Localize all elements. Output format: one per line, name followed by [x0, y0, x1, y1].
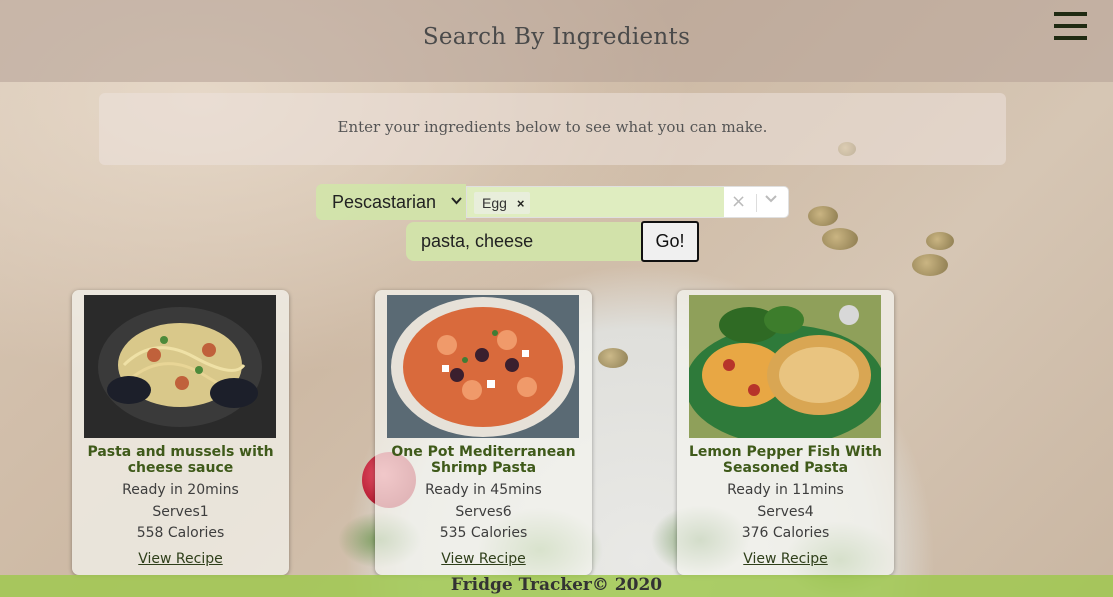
seed-decoration — [598, 348, 628, 368]
view-recipe-link[interactable]: View Recipe — [375, 551, 592, 567]
go-button[interactable]: Go! — [641, 221, 699, 262]
recipe-calories: 376 Calories — [741, 525, 830, 541]
recipe-servings: Serves1 — [152, 504, 209, 520]
recipe-card: Lemon Pepper Fish With Seasoned Pasta Re… — [677, 290, 894, 575]
divider — [756, 194, 757, 212]
ingredient-multiselect-field[interactable]: Egg × — [467, 187, 724, 217]
recipe-title: Pasta and mussels with cheese sauce — [87, 444, 274, 476]
footer-copyright: Fridge Tracker© 2020 — [450, 575, 663, 595]
recipe-servings: Serves6 — [455, 504, 512, 520]
recipe-ready-time: Ready in 45mins — [425, 482, 542, 498]
recipe-photo-lemon-pepper-fish — [689, 295, 881, 438]
hamburger-menu-icon[interactable] — [1054, 12, 1087, 42]
diet-select-value: Pescastarian — [332, 192, 437, 212]
ingredient-multiselect[interactable]: Egg × × — [466, 186, 789, 218]
dropdown-chevron-icon[interactable] — [764, 192, 778, 208]
ingredient-chip-label: Egg — [482, 195, 507, 211]
recipe-title: Lemon Pepper Fish With Seasoned Pasta — [689, 444, 882, 476]
recipe-photo-shrimp-pasta — [387, 295, 579, 438]
chevron-down-icon — [451, 193, 462, 208]
clear-icon[interactable]: × — [731, 191, 746, 212]
recipe-title: One Pot Mediterranean Shrimp Pasta — [391, 444, 576, 476]
seed-decoration — [808, 206, 838, 226]
diet-select[interactable]: Pescastarian — [316, 184, 466, 220]
recipe-ready-time: Ready in 11mins — [727, 482, 844, 498]
recipe-card: Pasta and mussels with cheese sauce Read… — [72, 290, 289, 575]
recipe-servings: Serves4 — [757, 504, 814, 520]
seed-decoration — [822, 228, 858, 250]
view-recipe-link[interactable]: View Recipe — [72, 551, 289, 567]
recipe-calories: 535 Calories — [439, 525, 528, 541]
ingredient-text-input[interactable]: pasta, cheese — [406, 222, 641, 261]
footer-bar: Fridge Tracker© 2020 — [0, 575, 1113, 597]
ingredient-chip: Egg × — [474, 192, 531, 214]
recipe-photo-pasta-mussels — [84, 295, 276, 438]
recipe-card: One Pot Mediterranean Shrimp Pasta Ready… — [375, 290, 592, 575]
intro-text: Enter your ingredients below to see what… — [337, 118, 768, 136]
view-recipe-link[interactable]: View Recipe — [677, 551, 894, 567]
seed-decoration — [912, 254, 948, 276]
page-title: Search By Ingredients — [422, 24, 691, 50]
seed-decoration — [926, 232, 954, 250]
remove-chip-icon[interactable]: × — [517, 196, 525, 211]
recipe-ready-time: Ready in 20mins — [122, 482, 239, 498]
header-bar: Search By Ingredients — [0, 0, 1113, 82]
recipe-calories: 558 Calories — [136, 525, 225, 541]
intro-panel: Enter your ingredients below to see what… — [99, 93, 1006, 165]
